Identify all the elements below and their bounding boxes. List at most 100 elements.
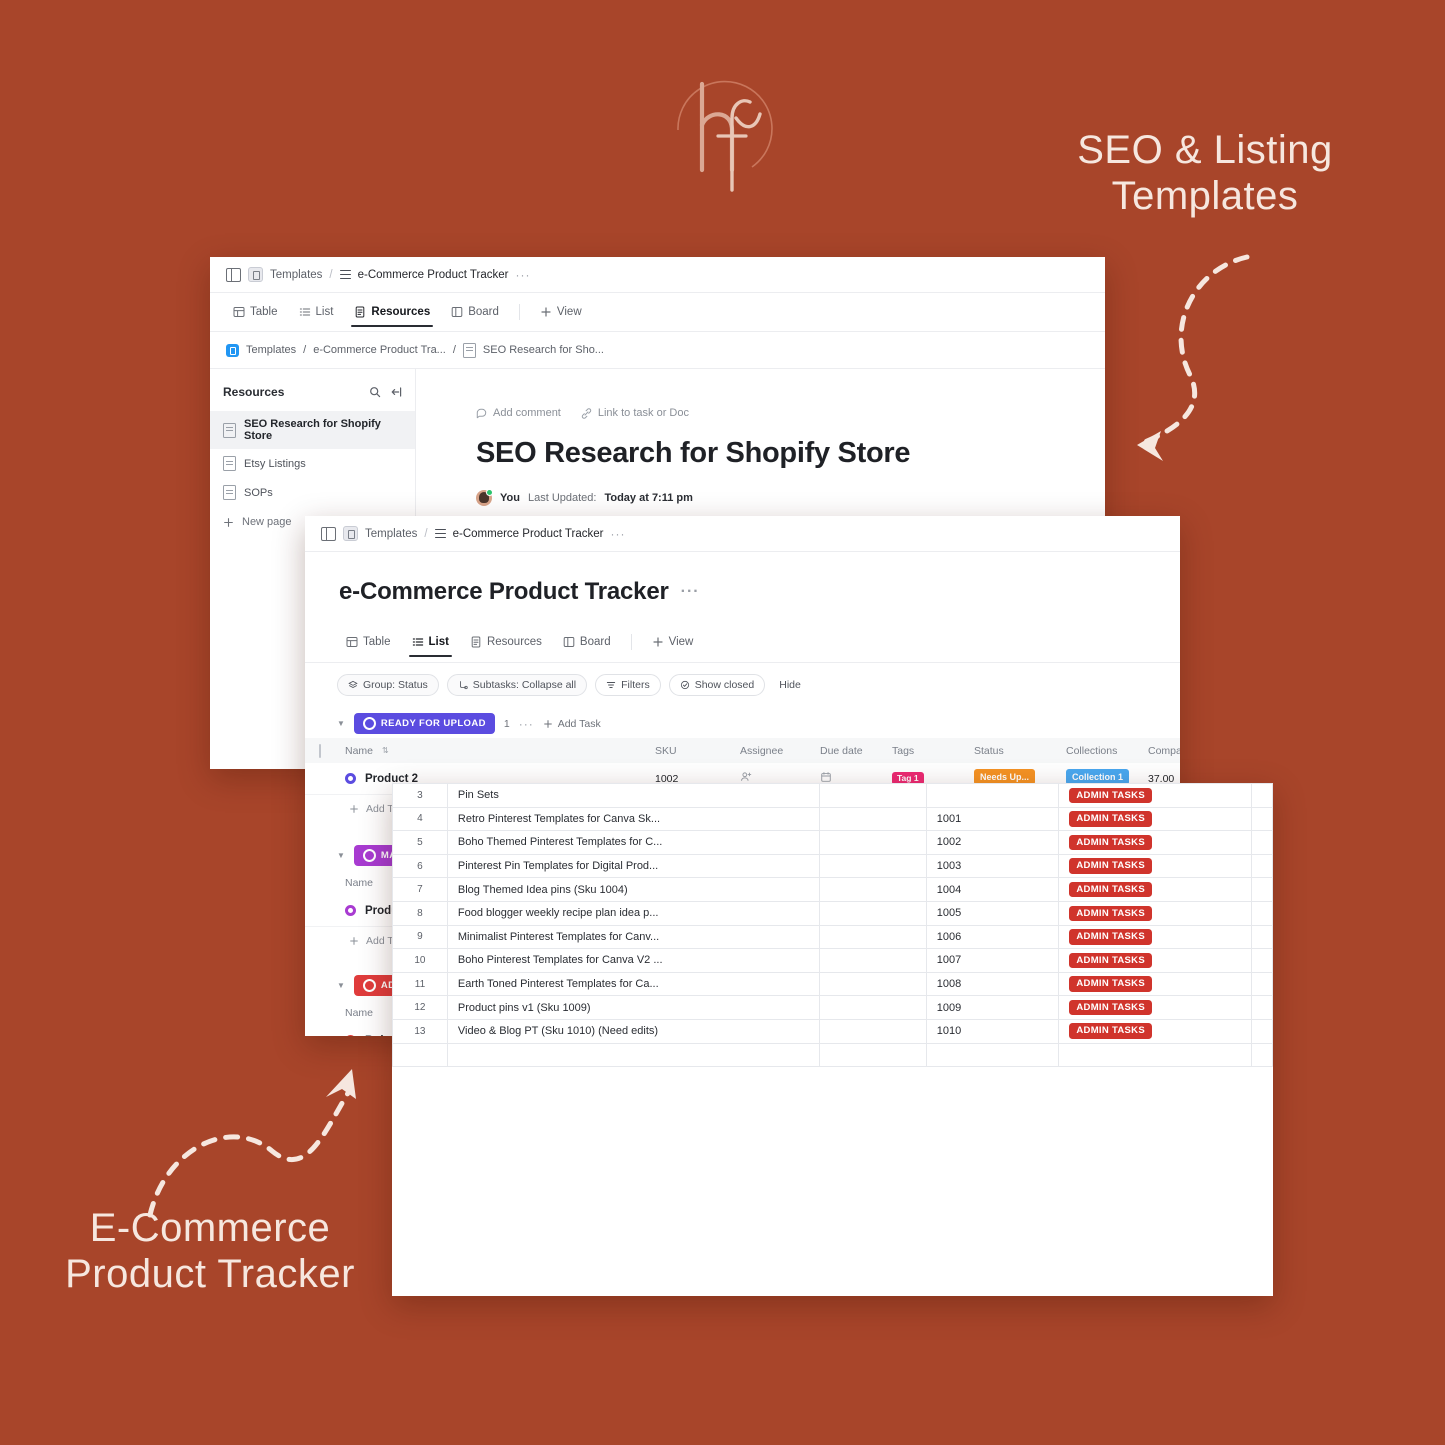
row-status[interactable]: ADMIN TASKS bbox=[1058, 900, 1252, 926]
table-row[interactable]: 7 Blog Themed Idea pins (Sku 1004) 1004 … bbox=[392, 877, 1273, 902]
row-name[interactable]: Minimalist Pinterest Templates for Canv.… bbox=[446, 924, 821, 950]
row-status[interactable]: ADMIN TASKS bbox=[1058, 830, 1252, 855]
row-number[interactable]: 12 bbox=[392, 995, 448, 1020]
status-badge[interactable]: ADMIN TASKS bbox=[1069, 905, 1152, 922]
topbar-doc-title[interactable]: e-Commerce Product Tracker bbox=[453, 528, 604, 540]
status-dot-icon[interactable] bbox=[345, 905, 356, 916]
row-number[interactable]: 4 bbox=[392, 806, 448, 832]
row-blank[interactable] bbox=[819, 1042, 927, 1068]
group-status-badge[interactable]: READY FOR UPLOAD bbox=[353, 713, 495, 734]
row-tail[interactable] bbox=[1251, 995, 1273, 1020]
column-header-compare-at[interactable]: Compare at... bbox=[1148, 745, 1180, 757]
filters-button[interactable]: Filters bbox=[595, 674, 661, 696]
table-row[interactable]: 11 Earth Toned Pinterest Templates for C… bbox=[392, 971, 1273, 997]
status-badge[interactable]: ADMIN TASKS bbox=[1069, 858, 1152, 874]
row-blank[interactable] bbox=[819, 830, 927, 855]
column-header-collections[interactable]: Collections bbox=[1066, 745, 1148, 757]
status-badge[interactable]: ADMIN TASKS bbox=[1069, 952, 1152, 969]
row-sku[interactable]: 1008 bbox=[925, 971, 1060, 997]
row-blank[interactable] bbox=[819, 924, 927, 950]
row-tail[interactable] bbox=[1251, 1018, 1273, 1044]
row-number[interactable]: 11 bbox=[392, 971, 448, 997]
row-tail[interactable] bbox=[1251, 853, 1273, 879]
row-blank[interactable] bbox=[819, 948, 927, 973]
row-status[interactable]: ADMIN TASKS bbox=[1058, 971, 1252, 997]
row-tail[interactable] bbox=[1251, 1042, 1273, 1068]
table-row[interactable]: 8 Food blogger weekly recipe plan idea p… bbox=[392, 900, 1273, 926]
row-tail[interactable] bbox=[1251, 924, 1273, 950]
row-status[interactable]: ADMIN TASKS bbox=[1058, 995, 1252, 1020]
select-all-checkbox[interactable] bbox=[305, 743, 345, 758]
row-blank[interactable] bbox=[819, 806, 927, 832]
row-status[interactable] bbox=[1058, 1042, 1252, 1068]
topbar-workspace-link[interactable]: Templates bbox=[270, 269, 322, 281]
row-tail[interactable] bbox=[1251, 830, 1273, 855]
row-name[interactable] bbox=[446, 1042, 821, 1068]
status-badge[interactable]: ADMIN TASKS bbox=[1069, 976, 1152, 992]
row-sku[interactable]: 1002 bbox=[925, 830, 1060, 855]
row-tail[interactable] bbox=[1251, 948, 1273, 973]
topbar-more-icon[interactable]: ··· bbox=[515, 268, 530, 282]
row-number[interactable]: 13 bbox=[392, 1018, 448, 1044]
table-row[interactable]: 10 Boho Pinterest Templates for Canva V2… bbox=[392, 948, 1273, 973]
row-blank[interactable] bbox=[819, 900, 927, 926]
table-row[interactable]: 5 Boho Themed Pinterest Templates for C.… bbox=[392, 830, 1273, 855]
row-blank[interactable] bbox=[819, 1018, 927, 1044]
status-badge[interactable]: ADMIN TASKS bbox=[1069, 787, 1152, 804]
table-row-empty[interactable] bbox=[392, 1042, 1273, 1068]
sidebar-toggle-icon[interactable] bbox=[226, 267, 241, 282]
sidebar-toggle-icon[interactable] bbox=[321, 526, 336, 541]
sort-icon[interactable]: ⇅ bbox=[382, 746, 389, 755]
subtasks-button[interactable]: Subtasks: Collapse all bbox=[446, 674, 588, 696]
row-status[interactable]: ADMIN TASKS bbox=[1058, 806, 1252, 832]
row-sku[interactable]: 1005 bbox=[925, 900, 1060, 926]
row-blank[interactable] bbox=[819, 971, 927, 997]
collapse-panel-icon[interactable] bbox=[390, 386, 402, 398]
add-comment-button[interactable]: Add comment bbox=[476, 407, 561, 419]
row-status[interactable]: ADMIN TASKS bbox=[1058, 853, 1252, 879]
row-number[interactable] bbox=[392, 1042, 448, 1068]
row-number[interactable]: 9 bbox=[392, 924, 448, 950]
group-more-icon[interactable]: ··· bbox=[519, 717, 534, 731]
status-badge[interactable]: ADMIN TASKS bbox=[1069, 881, 1152, 898]
row-number[interactable]: 7 bbox=[392, 877, 448, 902]
row-sku[interactable] bbox=[925, 783, 1060, 808]
row-tail[interactable] bbox=[1251, 806, 1273, 832]
row-tail[interactable] bbox=[1251, 877, 1273, 902]
column-header-tags[interactable]: Tags bbox=[892, 745, 974, 757]
row-number[interactable]: 3 bbox=[392, 783, 448, 808]
sidebar-item-seo-research[interactable]: SEO Research for Shopify Store bbox=[210, 411, 415, 449]
row-name[interactable]: Video & Blog PT (Sku 1010) (Need edits) bbox=[446, 1018, 821, 1044]
row-name[interactable]: Earth Toned Pinterest Templates for Ca..… bbox=[446, 971, 821, 997]
row-name[interactable]: Retro Pinterest Templates for Canva Sk..… bbox=[446, 806, 821, 832]
row-tail[interactable] bbox=[1251, 783, 1273, 808]
row-sku[interactable]: 1001 bbox=[925, 806, 1060, 832]
row-name[interactable]: Pin Sets bbox=[446, 783, 821, 808]
column-header-name[interactable]: Name ⇅ bbox=[345, 745, 655, 757]
tab-add-view[interactable]: View bbox=[531, 298, 591, 327]
group-by-button[interactable]: Group: Status bbox=[337, 674, 439, 696]
status-badge[interactable]: ADMIN TASKS bbox=[1069, 834, 1152, 851]
row-tail[interactable] bbox=[1251, 900, 1273, 926]
tab-table[interactable]: Table bbox=[224, 298, 287, 327]
breadcrumb-item-0[interactable]: Templates bbox=[246, 344, 296, 356]
tab-add-view[interactable]: View bbox=[643, 628, 703, 657]
tab-board[interactable]: Board bbox=[554, 628, 620, 657]
row-status[interactable]: ADMIN TASKS bbox=[1058, 948, 1252, 973]
status-badge[interactable]: ADMIN TASKS bbox=[1069, 929, 1152, 945]
sidebar-item-sops[interactable]: SOPs bbox=[210, 478, 415, 507]
row-status[interactable]: ADMIN TASKS bbox=[1058, 1018, 1252, 1044]
row-sku[interactable] bbox=[925, 1042, 1060, 1068]
avatar[interactable] bbox=[476, 489, 493, 506]
row-status[interactable]: ADMIN TASKS bbox=[1058, 924, 1252, 950]
table-row[interactable]: 3 Pin Sets ADMIN TASKS bbox=[392, 783, 1273, 808]
row-status[interactable]: ADMIN TASKS bbox=[1058, 877, 1252, 902]
table-row[interactable]: 13 Video & Blog PT (Sku 1010) (Need edit… bbox=[392, 1018, 1273, 1044]
row-blank[interactable] bbox=[819, 995, 927, 1020]
status-badge[interactable]: ADMIN TASKS bbox=[1069, 999, 1152, 1016]
show-closed-button[interactable]: Show closed bbox=[668, 674, 766, 696]
row-number[interactable]: 6 bbox=[392, 853, 448, 879]
row-sku[interactable]: 1009 bbox=[925, 995, 1060, 1020]
row-blank[interactable] bbox=[819, 877, 927, 902]
row-blank[interactable] bbox=[819, 783, 927, 808]
